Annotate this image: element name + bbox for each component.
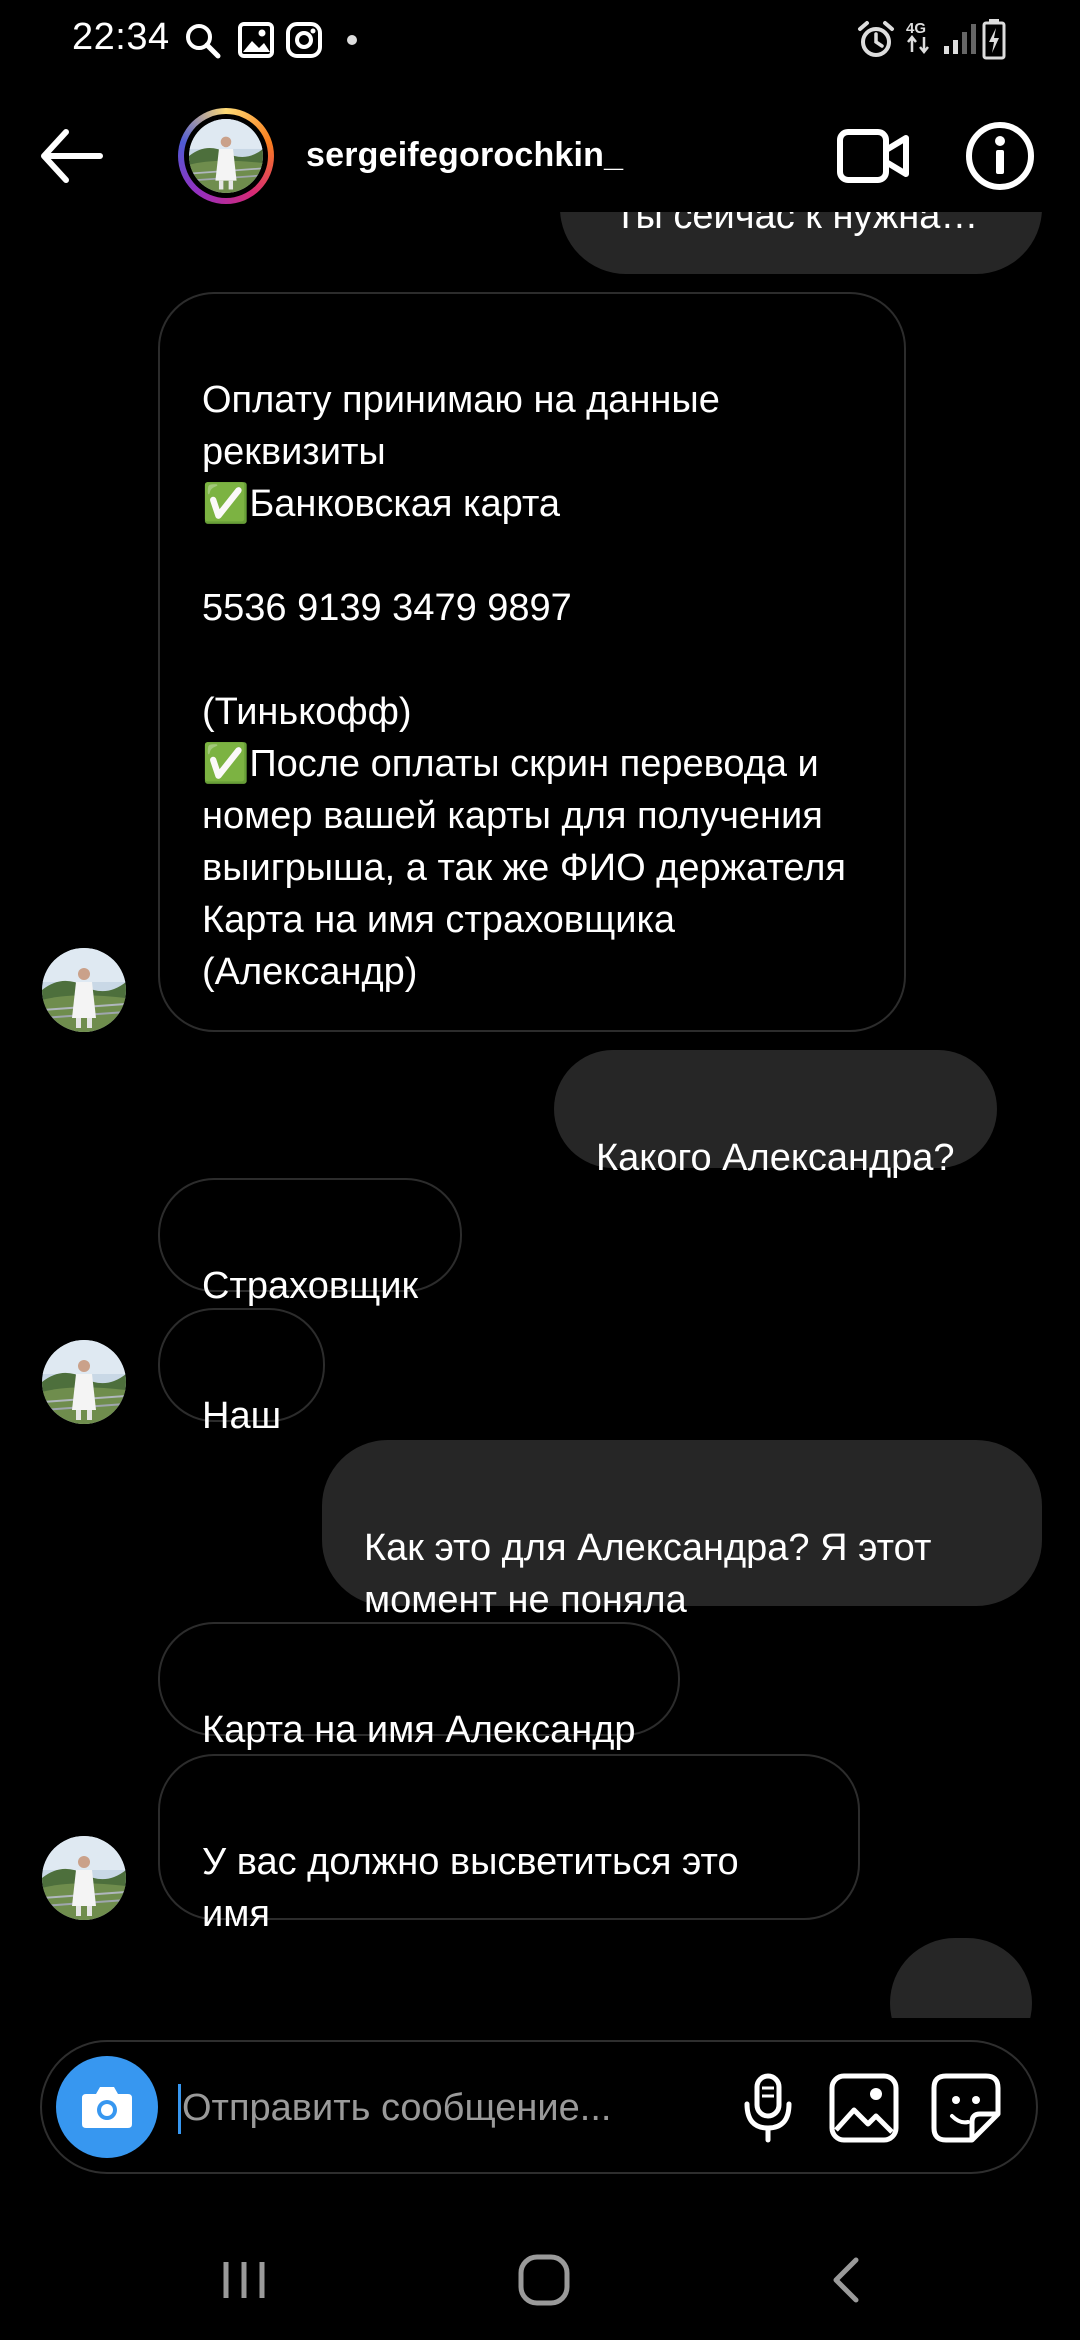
search-icon: [186, 24, 221, 59]
message-incoming[interactable]: Карта на имя Александр: [158, 1622, 680, 1751]
message-text: Какого Александра?: [596, 1137, 955, 1179]
system-nav-bar: [0, 2220, 1080, 2340]
gallery-notification-icon: [238, 22, 274, 58]
message-text: Как это для Александра? Я этот момент не…: [364, 1527, 932, 1621]
message-text: Наш: [202, 1395, 282, 1437]
message-text: У вас должно высветиться это имя: [202, 1841, 739, 1935]
message-text: Оплату принимаю на данные реквизиты ✅Бан…: [202, 379, 846, 993]
recents-icon[interactable]: [204, 2248, 284, 2312]
battery-icon: [982, 19, 1006, 60]
svg-text:4G: 4G: [906, 20, 926, 37]
4g-icon: 4G: [906, 20, 929, 55]
back-icon[interactable]: [808, 2248, 888, 2312]
message-composer: [40, 2040, 1038, 2174]
microphone-icon[interactable]: [730, 2070, 806, 2146]
instagram-icon: [286, 22, 322, 58]
message-outgoing[interactable]: Мм: [890, 1938, 1032, 2018]
message-outgoing[interactable]: Ты сейчас к нужна…: [560, 212, 1042, 274]
status-bar: 22:34 4G: [0, 0, 1080, 78]
chat-header: sergeifegorochkin_: [0, 100, 1080, 212]
sender-avatar[interactable]: [42, 1836, 126, 1920]
camera-button[interactable]: [56, 2056, 158, 2158]
alarm-icon: [858, 21, 894, 57]
message-incoming[interactable]: Наш: [158, 1308, 326, 1437]
message-incoming[interactable]: Страховщик: [158, 1178, 463, 1307]
video-call-icon[interactable]: [836, 124, 910, 188]
status-time: 22:34: [72, 16, 170, 58]
gallery-icon[interactable]: [826, 2070, 902, 2146]
avatar: [189, 119, 263, 193]
profile-avatar[interactable]: [178, 108, 274, 204]
sender-avatar[interactable]: [42, 948, 126, 1032]
sender-avatar[interactable]: [42, 1340, 126, 1424]
message-outgoing[interactable]: Как это для Александра? Я этот момент не…: [322, 1440, 1042, 1621]
dot-icon: [347, 35, 357, 45]
message-input[interactable]: [182, 2078, 702, 2138]
message-incoming[interactable]: Оплату принимаю на данные реквизиты ✅Бан…: [158, 292, 906, 1032]
home-icon[interactable]: [504, 2248, 584, 2312]
text-cursor: [178, 2084, 181, 2134]
message-text: Ты сейчас к нужна…: [614, 212, 979, 237]
message-text: Страховщик: [202, 1265, 419, 1307]
camera-icon: [82, 2087, 132, 2128]
message-incoming[interactable]: У вас должно высветиться это имя: [158, 1754, 860, 1935]
message-list[interactable]: Ты сейчас к нужна… Оплату принимаю на да…: [0, 212, 1080, 2018]
sticker-icon[interactable]: [928, 2070, 1004, 2146]
message-outgoing[interactable]: Какого Александра?: [554, 1050, 997, 1179]
back-arrow-icon[interactable]: [36, 122, 108, 190]
username[interactable]: sergeifegorochkin_: [306, 136, 623, 175]
signal-icon: [944, 24, 976, 54]
message-text: Карта на имя Александр: [202, 1709, 636, 1751]
info-icon[interactable]: [964, 120, 1036, 192]
